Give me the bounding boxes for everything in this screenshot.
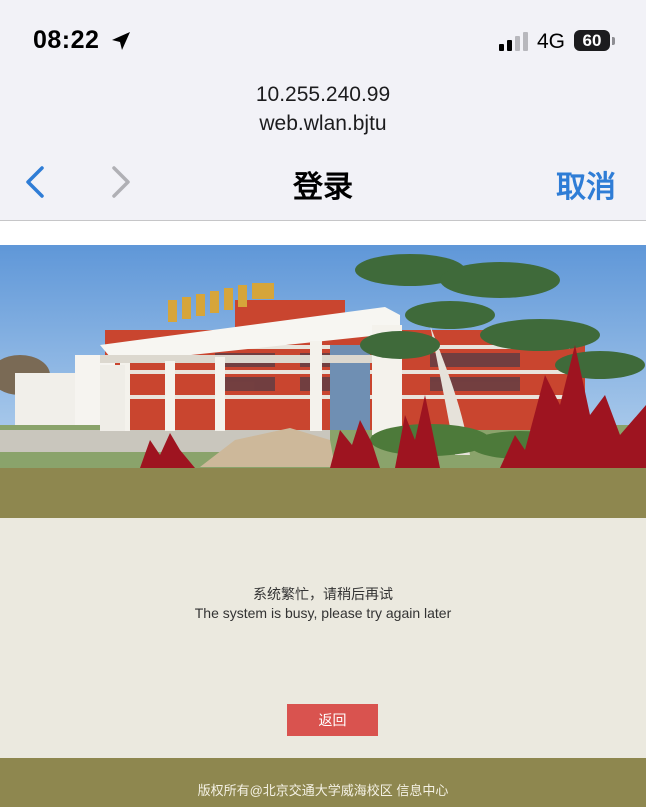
status-bar: 08:22 4G 60: [0, 0, 646, 80]
campus-gate-photo: [0, 245, 646, 468]
address-area: 10.255.240.99 web.wlan.bjtu: [0, 80, 646, 140]
page-title: 登录: [293, 171, 353, 204]
copyright-text: 版权所有@北京交通大学威海校区 信息中心: [197, 783, 449, 798]
battery-indicator: 60: [574, 30, 610, 51]
message-panel: 系统繁忙，请稍后再试 The system is busy, please tr…: [0, 518, 646, 758]
network-type: 4G: [537, 30, 566, 53]
host-address: 10.255.240.99: [255, 83, 391, 106]
location-arrow-icon: [112, 32, 130, 50]
status-time: 08:22: [33, 26, 100, 54]
header-band: [0, 468, 646, 518]
return-button[interactable]: 返回: [287, 704, 378, 736]
nav-bar: 登录 取消: [0, 140, 646, 221]
battery-cap: [612, 37, 615, 45]
error-message-en: The system is busy, please try again lat…: [194, 605, 452, 621]
error-message-zh: 系统繁忙，请稍后再试: [253, 586, 393, 602]
cellular-signal-icon: [499, 32, 528, 51]
campus-gate-illustration: [0, 245, 646, 468]
domain-address: web.wlan.bjtu: [259, 112, 387, 135]
cancel-button[interactable]: 取消: [556, 162, 616, 206]
footer: 版权所有@北京交通大学威海校区 信息中心: [0, 758, 646, 807]
